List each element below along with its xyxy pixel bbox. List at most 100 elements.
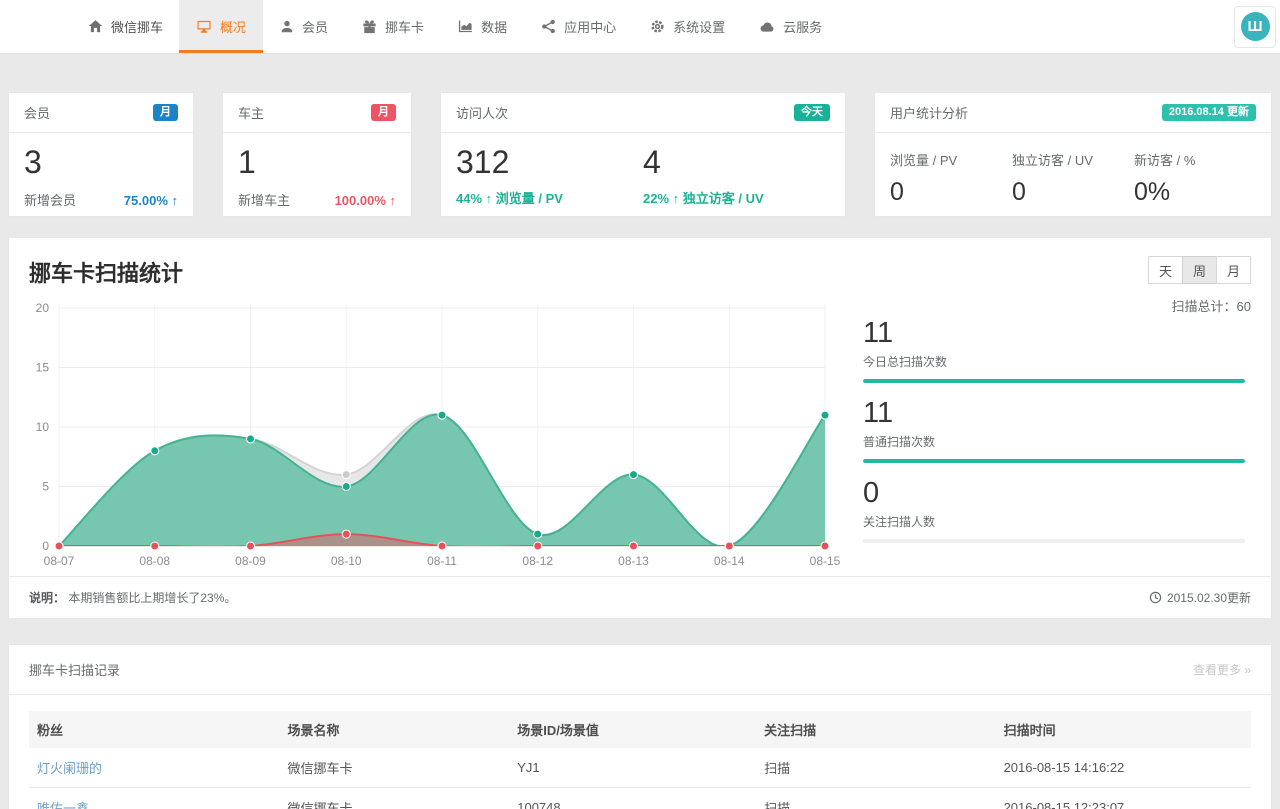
card-metric: 31244% ↑ 浏览量 / PV — [456, 144, 643, 207]
stat-card-user-stats: 用户统计分析2016.08.14 更新浏览量 / PV0独立访客 / UV0新访… — [874, 92, 1272, 217]
fan-name-cell: 灯火阑珊的 — [29, 748, 280, 788]
nav-item-members[interactable]: 会员 — [263, 0, 345, 53]
table-cell: 扫描 — [756, 788, 996, 809]
fan-name-cell: 唯佑一鑫 — [29, 788, 280, 809]
stat-card-members: 会员月3新增会员75.00% ↑ — [8, 92, 194, 217]
card-badge: 2016.08.14 更新 — [1162, 104, 1256, 121]
metric-label: 浏览量 / PV — [890, 150, 1012, 169]
view-more-link[interactable]: 查看更多 » — [1193, 661, 1251, 678]
gift-icon — [362, 19, 377, 34]
scan-total: 扫描总计：60 — [1172, 296, 1251, 315]
card-metric: 新访客 / % 0% — [1134, 144, 1256, 207]
top-navbar: 微信挪车 概况 会员 挪车卡 数据应用中心 系统设置 云服务 Ш — [0, 0, 1280, 54]
svg-text:08-11: 08-11 — [427, 554, 457, 568]
metric-label: 独立访客 / UV — [1012, 150, 1134, 169]
svg-text:08-12: 08-12 — [522, 554, 553, 568]
svg-text:15: 15 — [36, 361, 50, 375]
scan-panel-title: 挪车卡扫描统计 — [9, 238, 1271, 288]
clock-icon — [1149, 591, 1162, 604]
card-value: 1 — [238, 144, 396, 181]
scan-panel-footer: 说明： 本期销售额比上期增长了23%。 2015.02.30更新 — [9, 576, 1271, 618]
table-cell: 微信挪车卡 — [280, 748, 510, 788]
nav-item-label: 挪车卡 — [385, 17, 424, 36]
scan-updated: 2015.02.30更新 — [1149, 589, 1251, 606]
table-cell: 2016-08-15 12:23:07 — [996, 788, 1251, 809]
nav-item-settings[interactable]: 系统设置 — [633, 0, 742, 53]
nav-item-label: 云服务 — [783, 17, 822, 36]
range-button-0[interactable]: 天 — [1148, 256, 1183, 284]
nav-item-label: 概况 — [220, 17, 246, 36]
svg-text:20: 20 — [36, 301, 50, 315]
card-metric: 浏览量 / PV0 — [890, 144, 1012, 207]
card-title: 访问人次 — [456, 103, 508, 122]
nav-item-label: 会员 — [302, 17, 328, 36]
scan-stat-2: 0 关注扫描人数 — [863, 478, 1245, 543]
range-button-2[interactable]: 月 — [1216, 256, 1251, 284]
table-cell: 100748 — [509, 788, 756, 809]
nav-item-data[interactable]: 数据 — [441, 0, 524, 53]
metric-caption: 44% ↑ 浏览量 / PV — [456, 188, 643, 207]
svg-text:08-14: 08-14 — [714, 554, 745, 568]
card-delta: 100.00% ↑ — [335, 193, 396, 208]
cloud-icon — [759, 19, 775, 34]
scan-stat-value: 11 — [863, 318, 1245, 350]
scan-stat-0: 11今日总扫描次数 — [863, 318, 1245, 383]
scan-area-chart: 0510152008-0708-0808-0908-1008-1108-1208… — [17, 294, 849, 572]
card-label: 新增车主 — [238, 190, 290, 209]
card-badge: 今天 — [794, 104, 830, 121]
brand[interactable]: 微信挪车 — [72, 0, 179, 53]
app-logo-button[interactable]: Ш — [1234, 6, 1276, 48]
metric-value: 0% — [1134, 178, 1256, 207]
scan-stat-label: 关注扫描人数 — [863, 513, 1245, 530]
column-header: 扫描时间 — [996, 711, 1251, 748]
svg-text:08-07: 08-07 — [44, 554, 75, 568]
scan-stat-value: 11 — [863, 398, 1245, 430]
card-body: 31244% ↑ 浏览量 / PV422% ↑ 独立访客 / UV — [441, 133, 845, 207]
table-row: 灯火阑珊的微信挪车卡YJ1扫描2016-08-15 14:16:22 — [29, 748, 1251, 788]
svg-text:5: 5 — [42, 480, 49, 494]
table-cell: 扫描 — [756, 748, 996, 788]
scan-stat-progressbar — [863, 379, 1245, 383]
svg-text:08-08: 08-08 — [139, 554, 170, 568]
weiphp-logo-icon: Ш — [1241, 12, 1270, 41]
nav-item-app-center[interactable]: 应用中心 — [524, 0, 633, 53]
card-title: 会员 — [24, 103, 50, 122]
nav-item-label: 数据 — [481, 17, 507, 36]
fan-link[interactable]: 灯火阑珊的 — [37, 761, 102, 776]
fan-link[interactable]: 唯佑一鑫 — [37, 801, 89, 809]
card-body: 浏览量 / PV0独立访客 / UV0新访客 / %0% — [875, 133, 1271, 207]
scan-stat-value: 0 — [863, 478, 1245, 510]
svg-text:08-15: 08-15 — [810, 554, 841, 568]
metric-label: 新访客 / % — [1134, 150, 1256, 169]
records-header: 挪车卡扫描记录 查看更多 » — [9, 645, 1271, 695]
scan-stat-progressbar — [863, 459, 1245, 463]
stat-card-visits: 访问人次 今天 31244% ↑ 浏览量 / PV422% ↑ 独立访客 / UV — [440, 92, 846, 217]
svg-text:08-13: 08-13 — [618, 554, 649, 568]
scan-records-table: 粉丝场景名称场景ID/场景值关注扫描扫描时间灯火阑珊的微信挪车卡YJ1扫描201… — [29, 711, 1251, 809]
scan-footnote-text: 本期销售额比上期增长了23%。 — [68, 591, 236, 605]
scan-total-value: 60 — [1237, 299, 1251, 314]
stat-cards-row: 会员月3新增会员75.00% ↑车主月1新增车主100.00% ↑访问人次今天3… — [8, 92, 1272, 217]
nav-item-cloud[interactable]: 云服务 — [742, 0, 839, 53]
column-header: 关注扫描 — [756, 711, 996, 748]
scan-stat-label: 普通扫描次数 — [863, 433, 1245, 450]
cubes-icon — [541, 19, 556, 34]
card-body: 3新增会员75.00% ↑ — [9, 133, 193, 209]
scan-stat-progressbar — [863, 539, 1245, 543]
card-value: 3 — [24, 144, 178, 181]
scan-stat-1: 11 普通扫描次数 — [863, 398, 1245, 463]
metric-caption: 22% ↑ 独立访客 / UV — [643, 188, 830, 207]
nav-item-label: 系统设置 — [673, 17, 725, 36]
svg-text:0: 0 — [42, 539, 49, 553]
table-cell: 微信挪车卡 — [280, 788, 510, 809]
nav-item-move-card[interactable]: 挪车卡 — [345, 0, 441, 53]
card-label: 新增会员 — [24, 190, 76, 209]
scan-footnote: 说明： 本期销售额比上期增长了23%。 — [29, 589, 236, 606]
table-cell: 2016-08-15 14:16:22 — [996, 748, 1251, 788]
scan-statistics-panel: 挪车卡扫描统计 天周月 扫描总计：60 0510152008-0708-0808… — [8, 237, 1272, 619]
records-title: 挪车卡扫描记录 — [29, 660, 120, 679]
card-badge: 月 — [371, 104, 396, 121]
chart-icon — [458, 19, 473, 34]
nav-item-overview[interactable]: 概况 — [179, 0, 263, 53]
range-button-1[interactable]: 周 — [1182, 256, 1217, 284]
